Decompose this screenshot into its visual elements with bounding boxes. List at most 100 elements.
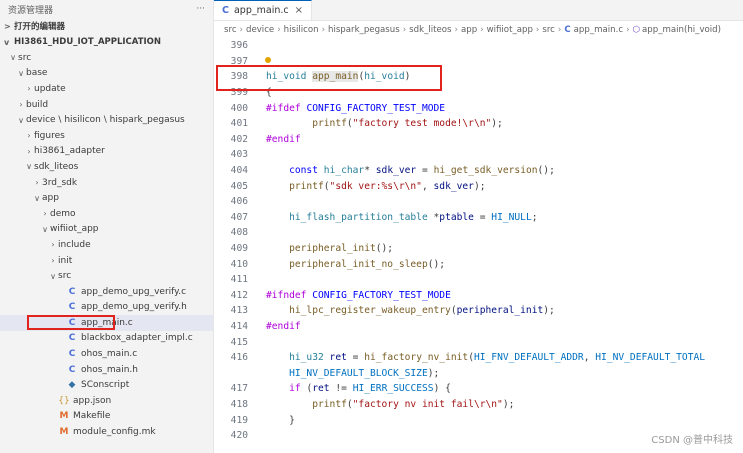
- chevron-down-icon: ∨: [26, 162, 32, 172]
- chevron-down-icon: ∨: [18, 68, 24, 78]
- code-line[interactable]: 418 printf("factory nv init fail\r\n");: [214, 397, 743, 413]
- code-line[interactable]: 406: [214, 194, 743, 210]
- code-line[interactable]: 404 const hi_char* sdk_ver = hi_get_sdk_…: [214, 163, 743, 179]
- breadcrumb-item[interactable]: app_main.c: [574, 25, 623, 35]
- code-line[interactable]: 400 #ifdef CONFIG_FACTORY_TEST_MODE: [214, 100, 743, 116]
- tree-item-label: Makefile: [73, 411, 111, 422]
- code-line[interactable]: 405 printf("sdk ver:%s\r\n", sdk_ver);: [214, 178, 743, 194]
- chevron-right-icon: ›: [557, 25, 562, 35]
- tree-folder[interactable]: › init: [0, 253, 213, 269]
- tree-folder[interactable]: ∨ src: [0, 50, 213, 66]
- chevron-down-icon: ∨: [42, 224, 48, 234]
- code-line[interactable]: 411: [214, 272, 743, 288]
- line-number: 419: [230, 414, 248, 426]
- line-number: 415: [230, 336, 248, 348]
- tree-file[interactable]: Capp_demo_upg_verify.c: [0, 284, 213, 300]
- code-line[interactable]: 402 #endif: [214, 132, 743, 148]
- tab-bar: C app_main.c ×: [214, 0, 743, 21]
- code-line[interactable]: 396: [214, 38, 743, 54]
- line-number: 400: [230, 102, 248, 114]
- code-line[interactable]: 415: [214, 334, 743, 350]
- code-line[interactable]: 407 hi_flash_partition_table *ptable = H…: [214, 210, 743, 226]
- tab-app-main-c[interactable]: C app_main.c ×: [214, 0, 312, 20]
- tree-file[interactable]: {} app.json: [0, 393, 213, 409]
- open-editors-section[interactable]: > 打开的编辑器: [0, 18, 213, 34]
- code-line[interactable]: HI_NV_DEFAULT_BLOCK_SIZE);: [214, 365, 743, 381]
- tree-file[interactable]: Cohos_main.c: [0, 346, 213, 362]
- more-actions-icon[interactable]: ···: [196, 4, 205, 14]
- tree-folder[interactable]: ∨ sdk_liteos: [0, 159, 213, 175]
- breadcrumb-item[interactable]: app: [461, 25, 477, 35]
- breadcrumb-item[interactable]: hisilicon: [284, 25, 319, 35]
- code-line[interactable]: 417 if (ret != HI_ERR_SUCCESS) {: [214, 381, 743, 397]
- code-line[interactable]: 414 #endif: [214, 319, 743, 335]
- code-line[interactable]: 408: [214, 225, 743, 241]
- tree-folder[interactable]: › figures: [0, 128, 213, 144]
- chevron-right-icon: ›: [51, 256, 55, 266]
- tree-folder[interactable]: › include: [0, 237, 213, 253]
- tree-file[interactable]: ◆ SConscript: [0, 377, 213, 393]
- chevron-right-icon: ›: [535, 25, 540, 35]
- code-line[interactable]: 413 hi_lpc_register_wakeup_entry(periphe…: [214, 303, 743, 319]
- tree-folder[interactable]: › build: [0, 97, 213, 113]
- code-line[interactable]: 419 }: [214, 412, 743, 428]
- tree-file[interactable]: Capp_demo_upg_verify.h: [0, 300, 213, 316]
- chevron-right-icon: ›: [454, 25, 458, 35]
- project-label: HI3861_HDU_IOT_APPLICATION: [14, 37, 162, 47]
- close-icon[interactable]: ×: [295, 5, 303, 16]
- highlight-box-app-main: [216, 65, 442, 91]
- tree-item-label: sdk_liteos: [34, 161, 79, 172]
- code-line[interactable]: 416 hi_u32 ret = hi_factory_nv_init(HI_F…: [214, 350, 743, 366]
- chevron-right-icon: ›: [480, 25, 484, 35]
- breadcrumb-item[interactable]: app_main(hi_void): [642, 25, 721, 35]
- tree-folder[interactable]: ∨ wifiiot_app: [0, 222, 213, 238]
- breadcrumb-item[interactable]: wifiiot_app: [487, 25, 533, 35]
- tree-folder[interactable]: › hi3861_adapter: [0, 144, 213, 160]
- tree-file[interactable]: Cblackbox_adapter_impl.c: [0, 331, 213, 347]
- tree-folder[interactable]: ∨ app: [0, 190, 213, 206]
- code-text: peripheral_init_no_sleep();: [289, 258, 446, 270]
- breadcrumb-item[interactable]: src: [224, 25, 237, 35]
- code-line[interactable]: 412 #ifndef CONFIG_FACTORY_TEST_MODE: [214, 288, 743, 304]
- breadcrumb-item[interactable]: sdk_liteos: [409, 25, 451, 35]
- breadcrumb: src › device › hisilicon › hispark_pegasus › sdk…: [214, 21, 743, 39]
- code-line[interactable]: 409 peripheral_init();: [214, 241, 743, 257]
- editor-pane: C app_main.c × src › device › hisilicon › hisp…: [214, 0, 743, 453]
- tree-file[interactable]: M Makefile: [0, 409, 213, 425]
- code-view[interactable]: 396 397 398 hi_void app_main(hi_void) 399{40…: [214, 38, 743, 443]
- breadcrumb-item[interactable]: hispark_pegasus: [328, 25, 400, 35]
- c-file-icon: C: [564, 25, 571, 35]
- line-number: 406: [230, 196, 248, 208]
- tree-folder[interactable]: › update: [0, 81, 213, 97]
- code-text: #endif: [266, 320, 301, 332]
- tree-item-label: wifiiot_app: [50, 224, 99, 235]
- chevron-right-icon: ›: [402, 25, 407, 35]
- tree-item-label: init: [58, 255, 73, 266]
- code-line[interactable]: 401 printf("factory test mode!\r\n");: [214, 116, 743, 132]
- code-text: printf("sdk ver:%s\r\n", sdk_ver);: [289, 180, 486, 192]
- json-file-icon: {}: [58, 395, 70, 406]
- code-text: if (ret != HI_ERR_SUCCESS) {: [289, 383, 451, 395]
- code-line[interactable]: 410 peripheral_init_no_sleep();: [214, 256, 743, 272]
- tree-folder[interactable]: ∨ src: [0, 268, 213, 284]
- line-number: 408: [230, 227, 248, 239]
- line-number: 418: [230, 398, 248, 410]
- code-text: hi_u32 ret = hi_factory_nv_init(HI_FNV_D…: [289, 352, 706, 364]
- tree-file[interactable]: Mmodule_config.mk: [0, 424, 213, 440]
- tree-folder[interactable]: ∨ device \ hisilicon \ hispark_pegasus: [0, 112, 213, 128]
- tree-folder[interactable]: › 3rd_sdk: [0, 175, 213, 191]
- code-line[interactable]: 403: [214, 147, 743, 163]
- tree-item-label: src: [18, 52, 32, 63]
- tree-item-label: demo: [50, 208, 76, 219]
- breadcrumb-item[interactable]: device: [246, 25, 274, 35]
- project-section[interactable]: v HI3861_HDU_IOT_APPLICATION: [0, 34, 213, 50]
- tree-folder[interactable]: › demo: [0, 206, 213, 222]
- chevron-right-icon: ›: [27, 131, 31, 141]
- breadcrumb-item[interactable]: src: [542, 25, 555, 35]
- tree-file[interactable]: Cohos_main.h: [0, 362, 213, 378]
- lightbulb-icon[interactable]: [265, 56, 271, 63]
- chevron-right-icon: ›: [321, 25, 325, 35]
- c-file-icon: C: [68, 317, 76, 328]
- tree-file[interactable]: Capp_main.c: [0, 315, 213, 331]
- tree-folder[interactable]: ∨ base: [0, 66, 213, 82]
